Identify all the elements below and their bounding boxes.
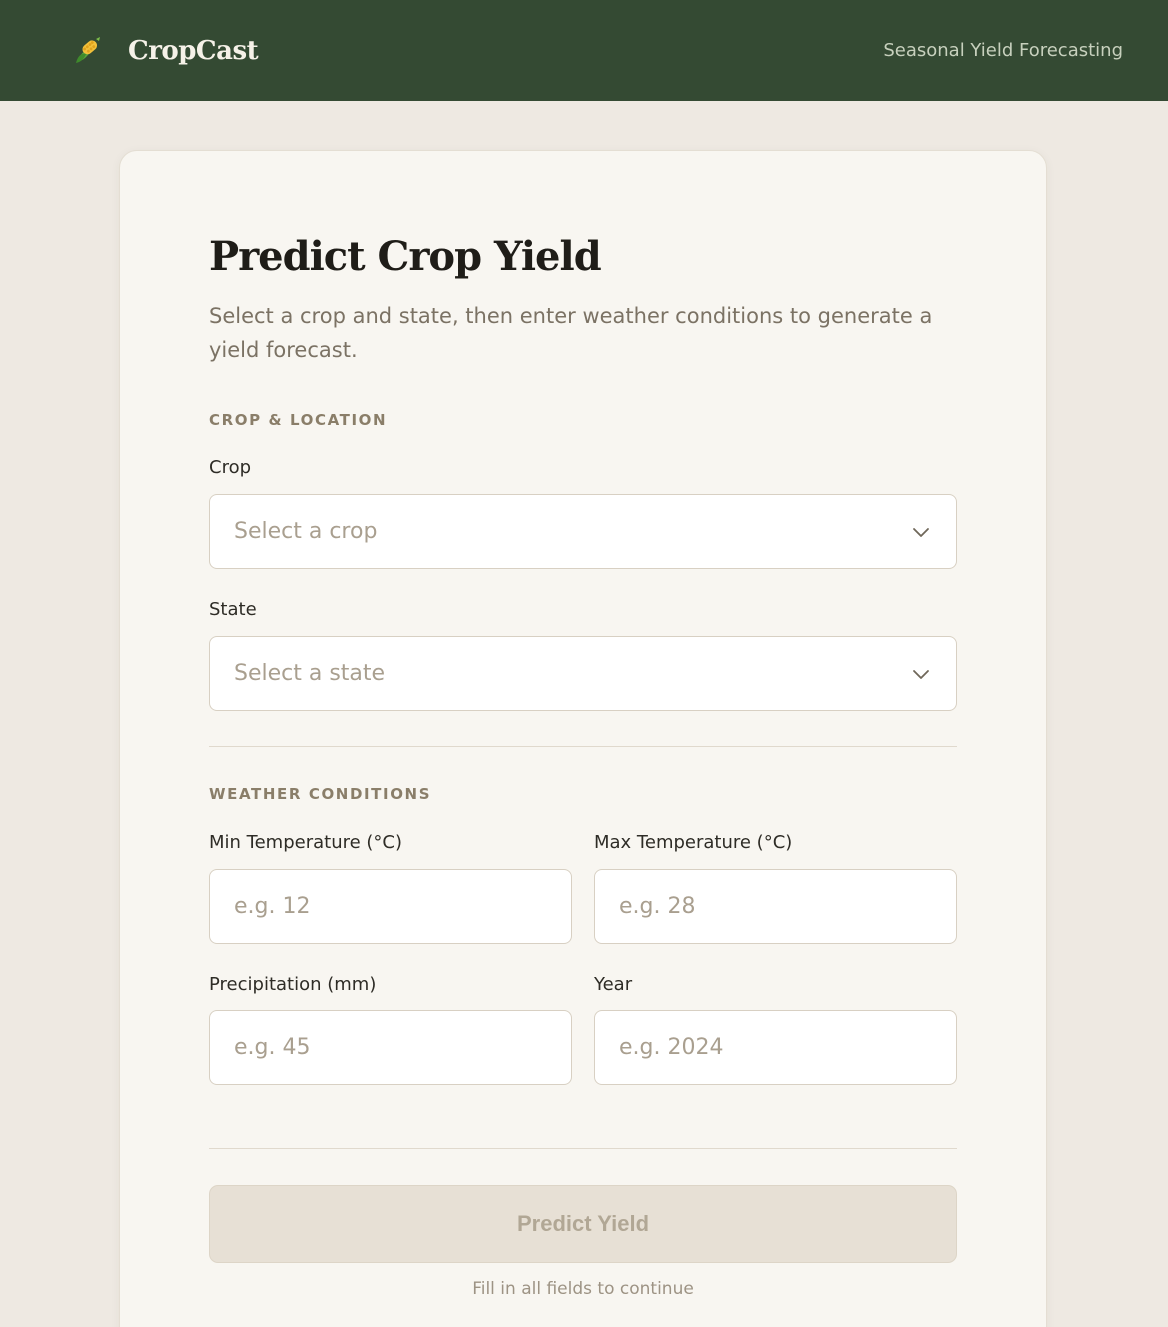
year-placeholder: e.g. 2024 <box>619 1035 724 1060</box>
year-input[interactable]: e.g. 2024 <box>594 1010 957 1085</box>
crop-select[interactable]: Select a crop <box>209 494 957 569</box>
min-temp-input[interactable]: e.g. 12 <box>209 869 572 944</box>
predict-yield-button[interactable]: Predict Yield <box>209 1185 957 1263</box>
brand-name: CropCast <box>128 35 259 66</box>
max-temp-placeholder: e.g. 28 <box>619 894 696 919</box>
min-temp-placeholder: e.g. 12 <box>234 894 311 919</box>
prediction-card: Predict Crop Yield Select a crop and sta… <box>119 150 1047 1327</box>
form-hint: Fill in all fields to continue <box>472 1279 694 1299</box>
crop-select-placeholder: Select a crop <box>234 519 378 544</box>
divider <box>209 746 957 747</box>
precipitation-placeholder: e.g. 45 <box>234 1035 311 1060</box>
brand[interactable]: CropCast <box>72 35 259 67</box>
chevron-down-icon <box>913 669 929 679</box>
crop-label: Crop <box>209 457 252 478</box>
top-bar: CropCast Seasonal Yield Forecasting <box>0 0 1168 101</box>
year-label: Year <box>594 974 633 995</box>
corn-icon <box>72 35 104 67</box>
page-title: Predict Crop Yield <box>209 233 602 280</box>
tagline: Seasonal Yield Forecasting <box>883 40 1123 61</box>
state-select[interactable]: Select a state <box>209 636 957 711</box>
section-label-weather: WEATHER CONDITIONS <box>209 785 432 803</box>
section-label-location: CROP & LOCATION <box>209 411 388 429</box>
max-temp-label: Max Temperature (°C) <box>594 832 793 853</box>
page-subtitle: Select a crop and state, then enter weat… <box>209 304 933 362</box>
state-select-placeholder: Select a state <box>234 661 386 686</box>
min-temp-label: Min Temperature (°C) <box>209 832 403 853</box>
precipitation-label: Precipitation (mm) <box>209 974 377 995</box>
divider <box>209 1148 957 1149</box>
state-label: State <box>209 599 257 620</box>
max-temp-input[interactable]: e.g. 28 <box>594 869 957 944</box>
precipitation-input[interactable]: e.g. 45 <box>209 1010 572 1085</box>
chevron-down-icon <box>913 527 929 537</box>
